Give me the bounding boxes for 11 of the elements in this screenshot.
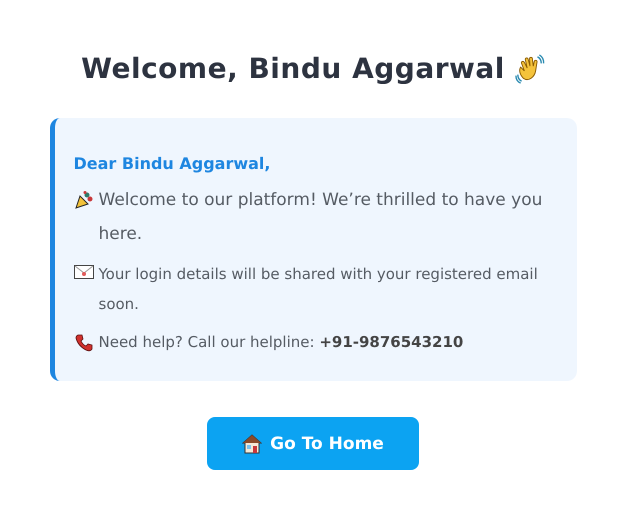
party-popper-icon	[74, 190, 94, 210]
message-text: Need help? Call our helpline: +91-9876543210	[98, 332, 464, 353]
house-icon	[242, 434, 262, 454]
waving-hand-icon	[514, 54, 545, 84]
message-text: Your login details will be shared with your registered email soon.	[98, 264, 539, 315]
welcome-heading: Welcome, Bindu Aggarwal	[81, 52, 505, 85]
greeting-text: Dear Bindu Aggarwal,	[74, 154, 272, 173]
telephone-icon	[74, 333, 94, 353]
go-home-button[interactable]: Go To Home	[207, 417, 419, 470]
envelope-icon	[74, 265, 94, 279]
message-text: Welcome to our platform! We’re thrilled to have you here.	[98, 189, 544, 246]
